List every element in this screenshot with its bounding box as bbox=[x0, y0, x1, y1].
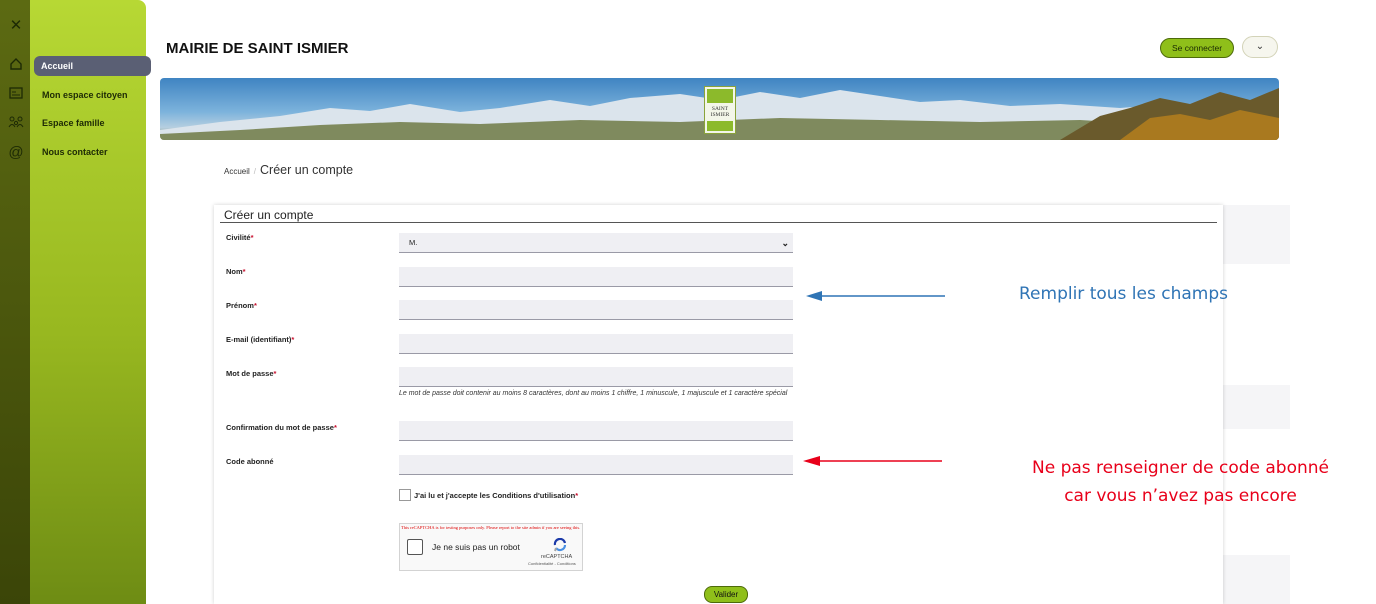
recaptcha-links[interactable]: Confidentialité - Conditions bbox=[528, 561, 576, 566]
right-gray-block bbox=[1222, 555, 1290, 604]
home-icon[interactable] bbox=[8, 57, 24, 75]
family-icon[interactable] bbox=[8, 115, 24, 133]
chevron-down-icon: ⌄ bbox=[781, 238, 789, 248]
civilite-label: Civilité* bbox=[226, 233, 254, 242]
id-card-icon[interactable] bbox=[8, 87, 24, 103]
password-confirm-label: Confirmation du mot de passe* bbox=[226, 423, 337, 432]
right-gray-block bbox=[1222, 205, 1290, 264]
password-label: Mot de passe* bbox=[226, 369, 277, 378]
right-gray-block bbox=[1222, 385, 1290, 429]
code-abonne-field[interactable] bbox=[399, 455, 793, 475]
terms-checkbox[interactable] bbox=[399, 489, 411, 501]
form-title-divider bbox=[220, 222, 1217, 223]
submit-button[interactable]: Valider bbox=[704, 586, 748, 603]
password-field[interactable] bbox=[399, 367, 793, 387]
civilite-select[interactable]: M. ⌄ bbox=[399, 233, 793, 253]
sidebar-item-espace-famille[interactable]: Espace famille bbox=[35, 113, 105, 133]
recaptcha-label: Je ne suis pas un robot bbox=[432, 542, 520, 552]
terms-label: J'ai lu et j'accepte les Conditions d'ut… bbox=[414, 491, 579, 500]
form-title: Créer un compte bbox=[224, 208, 314, 222]
recaptcha-warning: This reCAPTCHA is for testing purposes o… bbox=[401, 525, 581, 530]
sidebar-item-accueil[interactable]: Accueil bbox=[34, 56, 151, 76]
nom-field[interactable] bbox=[399, 267, 793, 287]
sidebar-item-espace-citoyen[interactable]: Mon espace citoyen bbox=[35, 85, 128, 105]
prenom-field[interactable] bbox=[399, 300, 793, 320]
email-label: E-mail (identifiant)* bbox=[226, 335, 295, 344]
password-help-text: Le mot de passe doit contenir au moins 8… bbox=[399, 390, 788, 397]
code-abonne-label: Code abonné bbox=[226, 457, 274, 466]
prenom-label: Prénom* bbox=[226, 301, 257, 310]
annotation-no-code: Ne pas renseigner de code abonné car vou… bbox=[1031, 458, 1330, 506]
recaptcha-widget: This reCAPTCHA is for testing purposes o… bbox=[399, 523, 583, 571]
breadcrumb: Accueil / Créer un compte bbox=[224, 163, 353, 177]
recaptcha-checkbox[interactable] bbox=[407, 539, 423, 555]
left-icon-strip: ✕ @ bbox=[0, 0, 30, 604]
breadcrumb-separator: / bbox=[253, 167, 257, 176]
saint-ismier-logo: SAINT ISMIER bbox=[704, 86, 736, 134]
recaptcha-logo-icon bbox=[553, 538, 567, 552]
email-field[interactable] bbox=[399, 334, 793, 354]
page-title: MAIRIE DE SAINT ISMIER bbox=[166, 40, 349, 57]
nom-label: Nom* bbox=[226, 267, 246, 276]
close-icon[interactable]: ✕ bbox=[8, 18, 24, 34]
top-header: MAIRIE DE SAINT ISMIER Se connecter ⌄ bbox=[160, 30, 1280, 64]
create-account-form: Créer un compte Civilité* M. ⌄ Nom* Préno… bbox=[214, 205, 1223, 604]
password-confirm-field[interactable] bbox=[399, 421, 793, 441]
chevron-down-icon[interactable]: ⌄ bbox=[1242, 36, 1278, 58]
sidebar-item-nous-contacter[interactable]: Nous contacter bbox=[35, 142, 108, 162]
annotation-fill-all: Remplir tous les champs bbox=[1019, 284, 1228, 304]
mountain-banner: SAINT ISMIER bbox=[160, 78, 1279, 140]
breadcrumb-current: Créer un compte bbox=[260, 163, 354, 177]
at-icon[interactable]: @ bbox=[8, 145, 24, 161]
recaptcha-brand: reCAPTCHA bbox=[541, 554, 573, 560]
login-button[interactable]: Se connecter bbox=[1160, 38, 1234, 58]
breadcrumb-home-link[interactable]: Accueil bbox=[224, 167, 250, 176]
